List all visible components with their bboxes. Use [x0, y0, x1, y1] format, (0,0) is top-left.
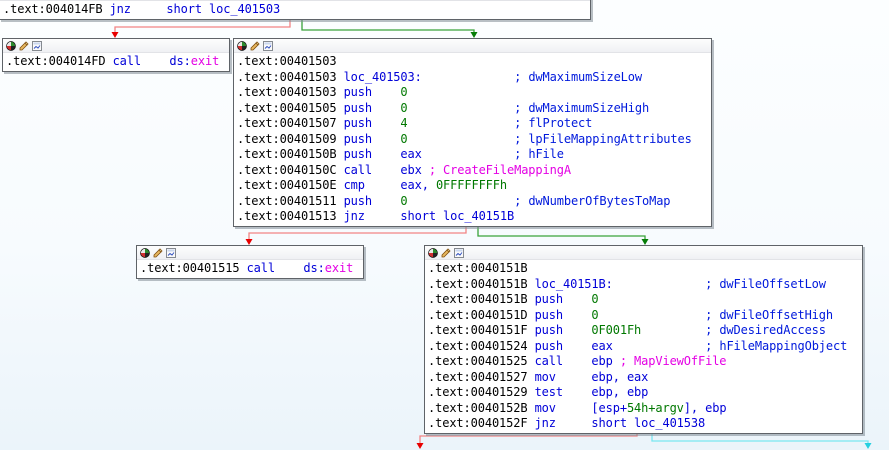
asm-line[interactable]: .text:00401529 test ebp, ebp	[428, 385, 859, 401]
block-titlebar[interactable]	[3, 39, 229, 53]
block-titlebar[interactable]	[137, 246, 363, 260]
block-body: .text:00401503.text:00401503 loc_401503:…	[234, 53, 711, 226]
node-chart-icon[interactable]	[32, 41, 42, 51]
asm-line[interactable]: .text:00401527 mov ebp, eax	[428, 370, 859, 386]
asm-line[interactable]: .text:0040152B mov [esp+54h+argv], ebp	[428, 401, 859, 417]
node-edit-icon[interactable]	[250, 41, 260, 51]
node-edit-icon[interactable]	[153, 248, 163, 258]
asm-line[interactable]: .text:00401525 call ebp ; MapViewOfFile	[428, 354, 859, 370]
basic-block-00401503[interactable]: .text:00401503.text:00401503 loc_401503:…	[233, 38, 712, 227]
edge-40152F-false	[417, 432, 638, 449]
asm-line[interactable]: .text:004014FB jnz short loc_401503	[3, 2, 587, 18]
asm-line[interactable]: .text:00401511 push 0 ; dwNumberOfBytesT…	[237, 194, 708, 210]
asm-line[interactable]: .text:0040150C call ebx ; CreateFileMapp…	[237, 163, 708, 179]
edge-401513-false	[246, 226, 467, 245]
block-body: .text:0040151B.text:0040151B loc_40151B:…	[425, 260, 862, 433]
node-chart-icon[interactable]	[166, 248, 176, 258]
edge-4014FB-true	[302, 20, 478, 38]
asm-line[interactable]: .text:0040150E cmp eax, 0FFFFFFFFh	[237, 178, 708, 194]
node-color-ball-icon[interactable]	[140, 248, 150, 258]
asm-line[interactable]: .text:00401524 push eax ; hFileMappingOb…	[428, 339, 859, 355]
asm-line[interactable]: .text:00401507 push 4 ; flProtect	[237, 116, 708, 132]
basic-block-00401515[interactable]: .text:00401515 call ds:exit	[136, 245, 364, 279]
asm-line[interactable]: .text:0040151B	[428, 261, 859, 277]
asm-line[interactable]: .text:00401503 push 0	[237, 85, 708, 101]
node-edit-icon[interactable]	[441, 248, 451, 258]
node-color-ball-icon[interactable]	[428, 248, 438, 258]
basic-block-004014FB[interactable]: .text:004014FB jnz short loc_401503	[0, 0, 591, 20]
block-body: .text:00401515 call ds:exit	[137, 260, 363, 278]
asm-line[interactable]: .text:0040151B loc_40151B: ; dwFileOffse…	[428, 277, 859, 293]
block-titlebar[interactable]	[425, 246, 862, 260]
asm-line[interactable]: .text:00401513 jnz short loc_40151B	[237, 209, 708, 225]
asm-line[interactable]: .text:00401503	[237, 54, 708, 70]
block-body: .text:004014FD call ds:exit	[3, 53, 229, 71]
asm-line[interactable]: .text:00401509 push 0 ; lpFileMappingAtt…	[237, 132, 708, 148]
asm-line[interactable]: .text:00401515 call ds:exit	[140, 261, 360, 277]
asm-line[interactable]: .text:0040151D push 0 ; dwFileOffsetHigh	[428, 308, 859, 324]
asm-line[interactable]: .text:00401503 loc_401503: ; dwMaximumSi…	[237, 70, 708, 86]
asm-line[interactable]: .text:0040151B push 0	[428, 292, 859, 308]
asm-line[interactable]: .text:00401505 push 0 ; dwMaximumSizeHig…	[237, 101, 708, 117]
edge-40152F-true	[652, 432, 872, 449]
asm-line[interactable]: .text:0040150B push eax ; hFile	[237, 147, 708, 163]
block-body: .text:004014FB jnz short loc_401503	[0, 1, 590, 19]
node-color-ball-icon[interactable]	[237, 41, 247, 51]
node-edit-icon[interactable]	[19, 41, 29, 51]
asm-line[interactable]: .text:0040152F jnz short loc_401538	[428, 416, 859, 432]
node-chart-icon[interactable]	[263, 41, 273, 51]
node-color-ball-icon[interactable]	[6, 41, 16, 51]
node-chart-icon[interactable]	[454, 248, 464, 258]
block-titlebar[interactable]	[234, 39, 711, 53]
basic-block-0040151B[interactable]: .text:0040151B.text:0040151B loc_40151B:…	[424, 245, 863, 434]
edge-4014FB-false	[112, 20, 291, 38]
asm-line[interactable]: .text:004014FD call ds:exit	[6, 54, 226, 70]
edge-401513-true	[478, 226, 649, 245]
asm-line[interactable]: .text:0040151F push 0F001Fh ; dwDesiredA…	[428, 323, 859, 339]
basic-block-004014FD[interactable]: .text:004014FD call ds:exit	[2, 38, 230, 72]
